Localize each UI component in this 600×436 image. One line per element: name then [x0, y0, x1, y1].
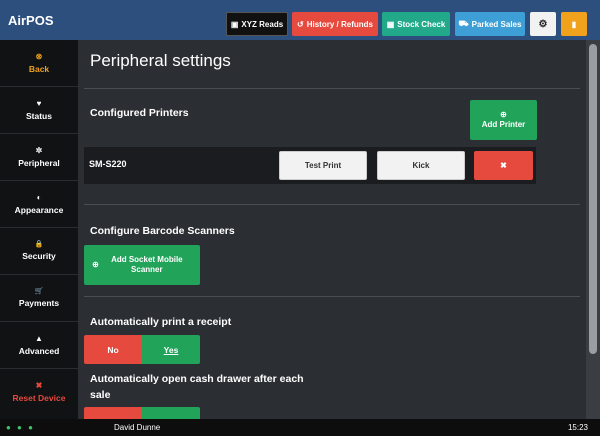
auto-print-yes-option[interactable]: Yes: [142, 335, 200, 364]
scanners-section-title: Configure Barcode Scanners: [90, 225, 235, 237]
status-bar: ● ● ● David Dunne 15:23: [0, 419, 600, 436]
scrollbar-thumb[interactable]: [589, 44, 597, 354]
divider: [84, 204, 580, 205]
sidebar-item-label: Payments: [18, 298, 60, 308]
auto-print-no-option[interactable]: No: [84, 335, 142, 364]
scrollbar[interactable]: [586, 40, 600, 419]
page-title: Peripheral settings: [90, 51, 231, 70]
kick-label: Kick: [412, 161, 430, 170]
parked-sales-button[interactable]: ⛟ Parked Sales: [455, 12, 525, 36]
heart-icon: ♥: [36, 98, 42, 108]
gear-icon: ⚙: [538, 18, 548, 30]
printers-section-title: Configured Printers: [90, 107, 189, 119]
register-icon: ▣: [230, 19, 239, 29]
history-refunds-label: History / Refunds: [306, 19, 373, 29]
sidebar-item-label: Appearance: [14, 204, 64, 215]
sidebar-item-reset-device[interactable]: ✖ Reset Device: [0, 369, 78, 416]
warning-icon: ▲: [35, 333, 43, 343]
delete-printer-button[interactable]: ✖: [474, 151, 533, 180]
kick-button[interactable]: Kick: [377, 151, 465, 180]
stock-check-button[interactable]: ▦ Stock Check: [382, 12, 450, 36]
auto-print-toggle: No Yes: [84, 335, 200, 364]
sidebar-item-back[interactable]: ⊗ Back: [0, 40, 78, 87]
back-icon: ⊗: [35, 51, 43, 61]
sidebar-item-label: Peripheral: [18, 157, 60, 168]
sidebar-item-label: Reset Device: [12, 393, 66, 403]
divider: [84, 296, 580, 297]
test-print-label: Test Print: [304, 161, 342, 170]
sidebar-item-payments[interactable]: 🛒 Payments: [0, 275, 78, 322]
sidebar: ⊗ Back ♥ Status ✲ Peripheral ◐ Appearanc…: [0, 40, 78, 419]
contrast-icon: ◐: [36, 192, 42, 202]
sidebar-item-advanced[interactable]: ▲ Advanced: [0, 322, 78, 369]
auto-drawer-title: Automatically open cash drawer after eac…: [90, 373, 304, 401]
sidebar-item-label: Advanced: [18, 345, 60, 356]
printer-name: SM-S220: [89, 159, 127, 169]
auto-drawer-toggle: No Yes: [84, 407, 200, 419]
device-button[interactable]: ▮: [561, 12, 587, 36]
top-bar: AirPOS ▣ XYZ Reads ↺ History / Refunds ▦…: [0, 0, 600, 40]
auto-print-title: Automatically print a receipt: [90, 316, 232, 328]
cart-icon: 🛒: [34, 288, 44, 295]
sidebar-item-label: Security: [22, 251, 56, 261]
parked-icon: ⛟: [458, 19, 469, 28]
clock: 15:23: [567, 423, 588, 432]
auto-drawer-yes-option[interactable]: Yes: [142, 407, 200, 419]
printer-row: SM-S220 Test Print Kick ✖: [84, 147, 536, 184]
close-icon: ✖: [500, 161, 507, 170]
xyz-reads-label: XYZ Reads: [241, 19, 284, 29]
sidebar-item-peripheral[interactable]: ✲ Peripheral: [0, 134, 78, 181]
history-refunds-button[interactable]: ↺ History / Refunds: [292, 12, 378, 36]
sidebar-item-status[interactable]: ♥ Status: [0, 87, 78, 134]
barcode-icon: ▦: [386, 19, 395, 29]
add-printer-button[interactable]: ⊕ Add Printer: [470, 100, 537, 140]
xyz-reads-button[interactable]: ▣ XYZ Reads: [226, 12, 288, 36]
settings-button[interactable]: ⚙: [530, 12, 556, 36]
test-print-button[interactable]: Test Print: [279, 151, 367, 180]
auto-drawer-no-option[interactable]: No: [84, 407, 142, 419]
sidebar-item-appearance[interactable]: ◐ Appearance: [0, 181, 78, 228]
main-content: Peripheral settings Configured Printers …: [78, 40, 586, 419]
add-printer-label: Add Printer: [481, 120, 526, 129]
stock-check-label: Stock Check: [397, 19, 446, 29]
sidebar-item-label: Back: [28, 63, 50, 74]
cog-icon: ✲: [35, 145, 43, 155]
add-scanner-label: Add Socket Mobile Scanner: [111, 254, 183, 274]
divider: [84, 88, 580, 89]
plus-circle-icon: ⊕: [92, 259, 99, 269]
connection-status-icon: ● ● ●: [6, 423, 35, 432]
sidebar-item-security[interactable]: 🔒 Security: [0, 228, 78, 275]
app-title: AirPOS: [8, 13, 54, 28]
close-icon: ✖: [35, 381, 43, 390]
add-scanner-button[interactable]: ⊕ Add Socket Mobile Scanner: [84, 245, 200, 285]
lock-icon: 🔒: [34, 241, 44, 248]
sidebar-item-label: Status: [26, 110, 52, 121]
device-icon: ▮: [571, 19, 577, 29]
current-user: David Dunne: [114, 423, 161, 432]
plus-circle-icon: ⊕: [500, 109, 507, 119]
parked-sales-label: Parked Sales: [471, 19, 522, 29]
history-icon: ↺: [297, 19, 304, 29]
